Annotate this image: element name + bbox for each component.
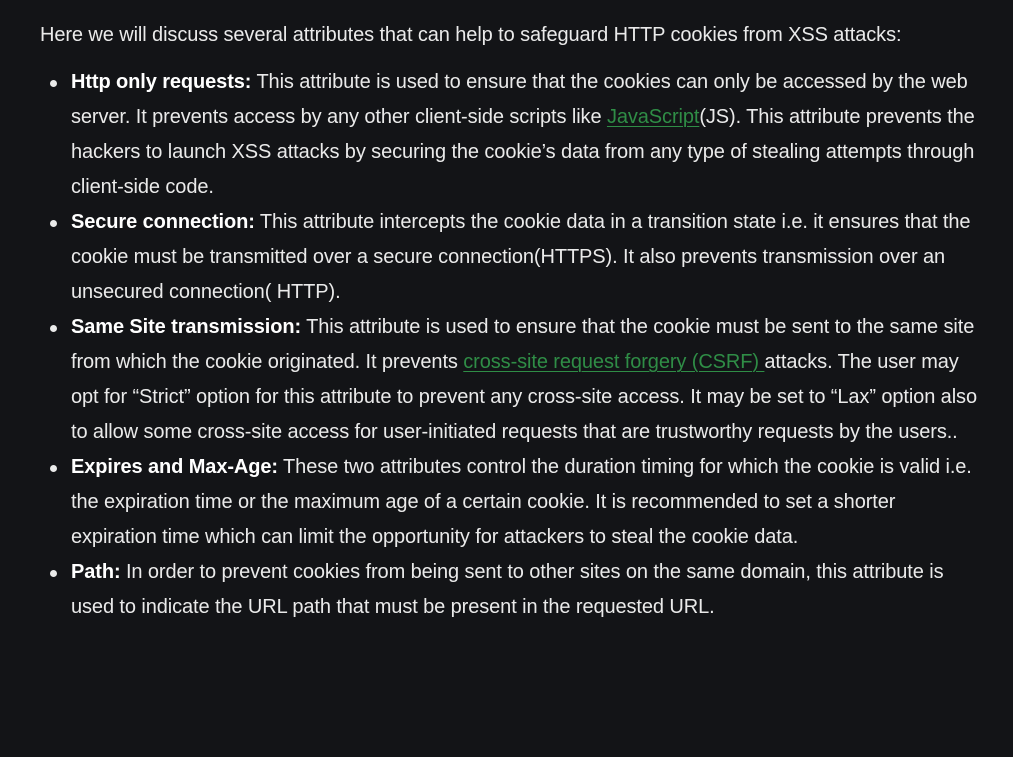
term-http-only: Http only requests: xyxy=(71,71,252,93)
term-secure-connection: Secure connection: xyxy=(71,211,255,233)
list-item-path: Path: In order to prevent cookies from b… xyxy=(50,555,983,625)
csrf-link[interactable]: cross-site request forgery (CSRF) xyxy=(463,351,764,373)
attribute-list: Http only requests: This attribute is us… xyxy=(40,65,983,625)
intro-paragraph: Here we will discuss several attributes … xyxy=(40,24,902,46)
article-content: Here we will discuss several attributes … xyxy=(0,0,1013,625)
list-item-same-site: Same Site transmission: This attribute i… xyxy=(50,310,983,450)
description-text: In order to prevent cookies from being s… xyxy=(71,561,944,618)
list-item-secure-connection: Secure connection: This attribute interc… xyxy=(50,205,983,310)
term-expires-max-age: Expires and Max-Age: xyxy=(71,456,278,478)
list-item-expires-max-age: Expires and Max-Age: These two attribute… xyxy=(50,450,983,555)
bullet-icon xyxy=(50,570,57,577)
javascript-link[interactable]: JavaScript xyxy=(607,106,699,128)
bullet-icon xyxy=(50,465,57,472)
term-path: Path: xyxy=(71,561,121,583)
bullet-icon xyxy=(50,220,57,227)
bullet-icon xyxy=(50,325,57,332)
term-same-site: Same Site transmission: xyxy=(71,316,302,338)
bullet-icon xyxy=(50,80,57,87)
list-item-http-only: Http only requests: This attribute is us… xyxy=(50,65,983,205)
